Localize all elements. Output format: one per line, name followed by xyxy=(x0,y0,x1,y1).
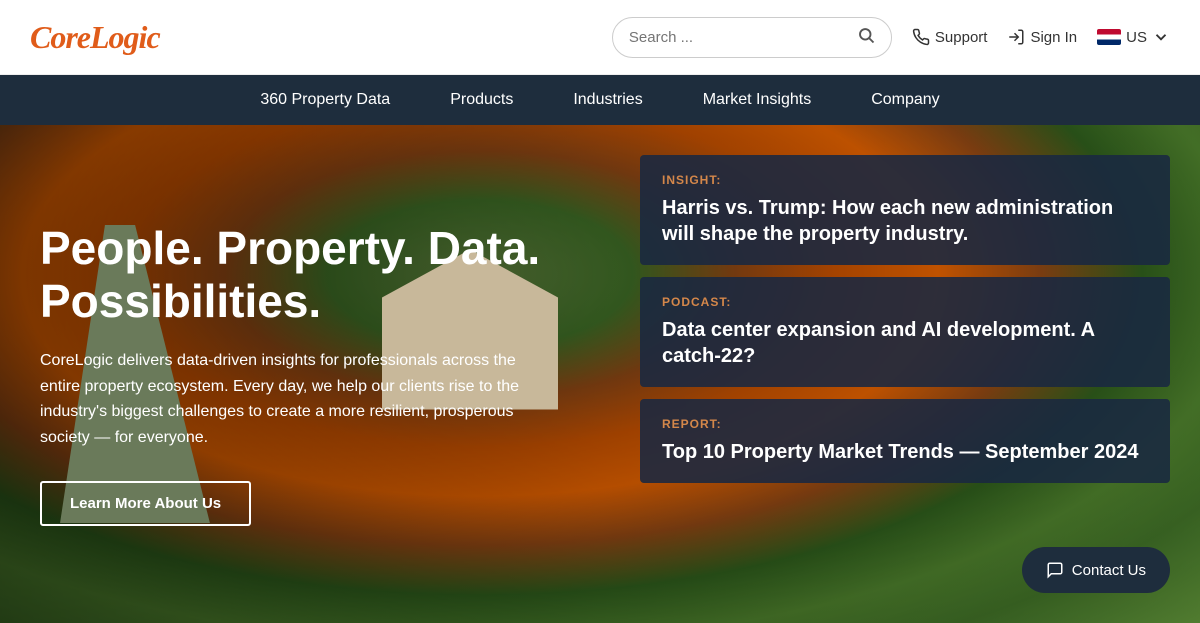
support-link[interactable]: Support xyxy=(912,28,988,46)
report-card-type: REPORT: xyxy=(662,417,1148,431)
nav-item-market-insights[interactable]: Market Insights xyxy=(703,91,811,109)
insight-card-title: Harris vs. Trump: How each new administr… xyxy=(662,195,1148,247)
chat-icon xyxy=(1046,561,1064,579)
site-logo[interactable]: CoreLogic xyxy=(30,19,160,56)
contact-us-button[interactable]: Contact Us xyxy=(1022,547,1170,593)
signin-label: Sign In xyxy=(1030,29,1077,46)
signin-link[interactable]: Sign In xyxy=(1007,28,1077,46)
support-label: Support xyxy=(935,29,988,46)
hero-section: People. Property. Data. Possibilities. C… xyxy=(0,125,1200,623)
search-input[interactable] xyxy=(629,29,857,46)
header: CoreLogic Support Sign In US xyxy=(0,0,1200,75)
insight-card[interactable]: INSIGHT: Harris vs. Trump: How each new … xyxy=(640,155,1170,265)
podcast-card-title: Data center expansion and AI development… xyxy=(662,317,1148,369)
nav-item-360-property-data[interactable]: 360 Property Data xyxy=(260,91,390,109)
report-card[interactable]: REPORT: Top 10 Property Market Trends — … xyxy=(640,399,1170,483)
hero-description: CoreLogic delivers data-driven insights … xyxy=(40,348,560,450)
report-card-title: Top 10 Property Market Trends — Septembe… xyxy=(662,439,1148,465)
flag-icon xyxy=(1097,29,1121,45)
main-nav: 360 Property Data Products Industries Ma… xyxy=(0,75,1200,125)
search-bar[interactable] xyxy=(612,17,892,58)
hero-heading: People. Property. Data. Possibilities. xyxy=(40,222,630,328)
region-label: US xyxy=(1126,29,1147,46)
learn-more-button[interactable]: Learn More About Us xyxy=(40,481,251,526)
insight-card-type: INSIGHT: xyxy=(662,173,1148,187)
region-selector[interactable]: US xyxy=(1097,28,1170,46)
search-icon[interactable] xyxy=(857,26,875,49)
nav-item-company[interactable]: Company xyxy=(871,91,939,109)
nav-item-products[interactable]: Products xyxy=(450,91,513,109)
cards-panel: INSIGHT: Harris vs. Trump: How each new … xyxy=(640,155,1170,483)
podcast-card[interactable]: PODCAST: Data center expansion and AI de… xyxy=(640,277,1170,387)
nav-item-industries[interactable]: Industries xyxy=(573,91,642,109)
contact-us-label: Contact Us xyxy=(1072,562,1146,579)
hero-content: People. Property. Data. Possibilities. C… xyxy=(0,125,660,623)
podcast-card-type: PODCAST: xyxy=(662,295,1148,309)
header-actions: Support Sign In US xyxy=(912,28,1170,46)
